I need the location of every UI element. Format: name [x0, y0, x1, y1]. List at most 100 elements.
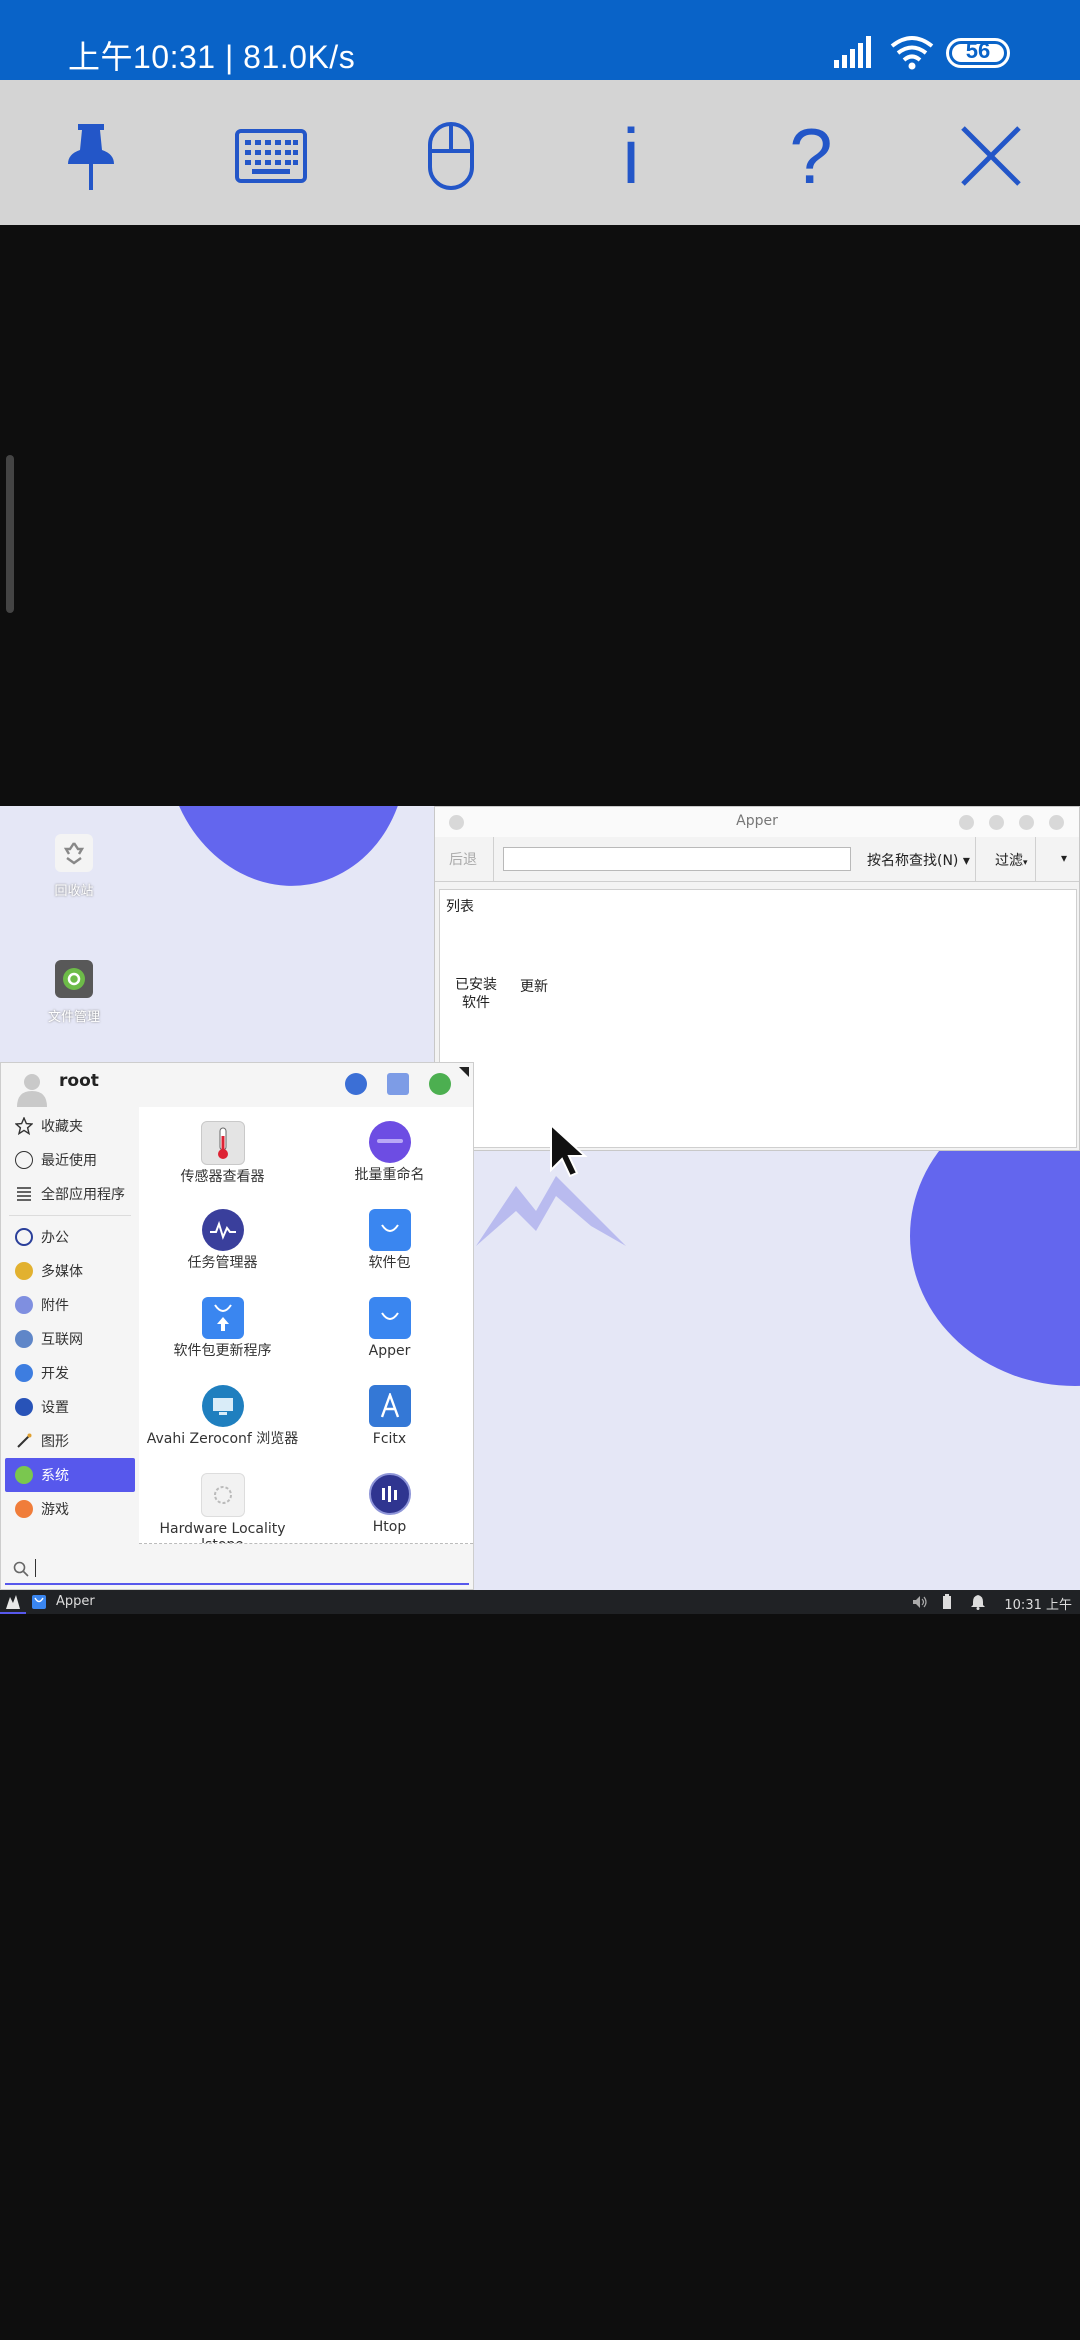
system-icon [15, 1466, 33, 1484]
category-office[interactable]: 办公 [1, 1220, 139, 1254]
trash-icon [55, 834, 93, 872]
start-active-indicator [0, 1612, 26, 1614]
start-menu-icon[interactable] [4, 1593, 22, 1611]
category-recent[interactable]: 最近使用 [1, 1143, 139, 1177]
filter-button[interactable]: 过滤▾ [995, 850, 1028, 870]
pin-button[interactable] [46, 116, 136, 196]
category-label: 最近使用 [41, 1153, 97, 1169]
category-accessories[interactable]: 附件 [1, 1288, 139, 1322]
category-label: 办公 [41, 1230, 69, 1246]
package-search-input[interactable] [503, 847, 851, 871]
window-maximize-button[interactable] [1019, 815, 1034, 830]
list-header: 列表 [446, 899, 474, 915]
settings-toggle-icon[interactable] [345, 1073, 367, 1095]
taskbar-task-apper[interactable]: Apper [56, 1594, 95, 1609]
desktop-icon-label: 文件管理 [47, 1010, 100, 1025]
avahi-icon [201, 1385, 244, 1427]
app-label: 批量重命名 [354, 1167, 425, 1183]
category-system[interactable]: 系统 [5, 1458, 135, 1492]
category-label: 多媒体 [41, 1264, 83, 1280]
tab-updates[interactable]: 更新 [520, 976, 548, 996]
app-label: Htop [372, 1519, 407, 1535]
lock-screen-icon[interactable] [387, 1073, 409, 1095]
window-titlebar[interactable]: Apper [435, 807, 1079, 837]
accessories-icon [15, 1296, 33, 1314]
resize-corner-icon[interactable] [459, 1067, 469, 1077]
category-graphics[interactable]: 图形 [1, 1424, 139, 1458]
category-list: 收藏夹 最近使用 全部应用程序 办公 多媒体 附件 互联网 开发 设置 图形 系… [1, 1109, 139, 1526]
info-button[interactable]: i [586, 116, 676, 196]
app-label: Avahi Zeroconf 浏览器 [146, 1431, 299, 1447]
back-button[interactable]: 后退 [449, 849, 477, 869]
file-manager-icon [55, 960, 93, 998]
category-label: 游戏 [41, 1502, 69, 1518]
category-internet[interactable]: 互联网 [1, 1322, 139, 1356]
app-label: 传感器查看器 [180, 1169, 265, 1185]
category-favorites[interactable]: 收藏夹 [1, 1109, 139, 1143]
keyboard-button[interactable] [226, 116, 316, 196]
star-icon [14, 1116, 34, 1136]
settings-icon [15, 1398, 33, 1416]
task-manager-icon [201, 1209, 244, 1251]
apper-window[interactable]: Apper 后退 按名称查找(N) ▾ 过滤▾ ▾ 列表 已安装 软件 更新 [434, 806, 1080, 1151]
app-apper[interactable]: Apper [306, 1297, 473, 1359]
user-avatar-icon [17, 1074, 47, 1107]
app-label: 软件包 [368, 1255, 411, 1271]
notification-bell-icon[interactable] [970, 1594, 986, 1610]
mouse-button[interactable] [406, 116, 496, 196]
find-by-name-dropdown[interactable]: 按名称查找(N) ▾ [867, 850, 970, 870]
category-multimedia[interactable]: 多媒体 [1, 1254, 139, 1288]
apper-bag-icon [368, 1297, 411, 1339]
remote-desktop[interactable]: 回收站 文件管理 Apper 后退 按名称查找(N) ▾ 过滤▾ ▾ 列表 已安… [0, 806, 1080, 1590]
more-chevron-icon[interactable]: ▾ [1061, 851, 1067, 865]
app-label: 软件包更新程序 [173, 1343, 272, 1359]
app-bulk-rename[interactable]: 批量重命名 [306, 1121, 473, 1183]
app-label: Fcitx [372, 1431, 407, 1447]
category-all-apps[interactable]: 全部应用程序 [1, 1177, 139, 1211]
window-help-button[interactable] [959, 815, 974, 830]
desktop-icon-trash[interactable]: 回收站 [34, 834, 114, 899]
hwloc-icon [200, 1473, 245, 1517]
close-button[interactable] [946, 116, 1036, 196]
username: root [59, 1071, 99, 1091]
category-development[interactable]: 开发 [1, 1356, 139, 1390]
volume-icon[interactable] [912, 1595, 928, 1609]
app-avahi-browser[interactable]: Avahi Zeroconf 浏览器 [139, 1385, 306, 1447]
battery-tray-icon[interactable] [942, 1594, 952, 1610]
category-games[interactable]: 游戏 [1, 1492, 139, 1526]
signal-icon [834, 36, 871, 68]
package-bag-icon [368, 1209, 411, 1251]
find-by-label: 按名称查找(N) [867, 853, 959, 869]
app-package-updater[interactable]: 软件包更新程序 [139, 1297, 306, 1359]
info-icon: i [622, 112, 640, 200]
desktop-icon-file-manager[interactable]: 文件管理 [34, 960, 114, 1025]
tab-installed-software[interactable]: 已安装 软件 [454, 976, 498, 1012]
category-label: 设置 [41, 1400, 69, 1416]
category-label: 系统 [41, 1468, 69, 1484]
window-minimize-button[interactable] [989, 815, 1004, 830]
apper-task-icon[interactable] [32, 1595, 46, 1609]
app-packages[interactable]: 软件包 [306, 1209, 473, 1271]
chevron-down-icon: ▾ [1023, 858, 1028, 868]
status-time-speed: 上午10:31 | 81.0K/s [68, 39, 356, 75]
app-grid: 传感器查看器 批量重命名 任务管理器 软件包 软件包更新程序 Apper Ava… [139, 1107, 473, 1544]
app-hwloc-lstopo[interactable]: Hardware Locality lstopo [139, 1473, 306, 1543]
start-menu[interactable]: root 收藏夹 最近使用 全部应用程序 办公 多媒体 附件 互联网 开发 设置… [0, 1062, 474, 1590]
app-task-manager[interactable]: 任务管理器 [139, 1209, 306, 1271]
android-status-bar: 上午10:31 | 81.0K/s 56 [0, 0, 1080, 80]
scroll-indicator[interactable] [6, 455, 14, 613]
category-label: 附件 [41, 1298, 69, 1314]
menu-search-input[interactable] [5, 1553, 469, 1585]
category-settings[interactable]: 设置 [1, 1390, 139, 1424]
window-close-button[interactable] [1049, 815, 1064, 830]
power-icon[interactable] [429, 1073, 451, 1095]
help-button[interactable]: ? [766, 116, 856, 196]
category-label: 收藏夹 [41, 1119, 83, 1135]
internet-icon [15, 1330, 33, 1348]
app-fcitx[interactable]: Fcitx [306, 1385, 473, 1447]
taskbar-clock[interactable]: 10:31 上午 [1004, 1594, 1072, 1613]
wifi-icon [890, 36, 934, 70]
app-htop[interactable]: Htop [306, 1473, 473, 1535]
close-icon [961, 126, 1021, 186]
app-sensor-viewer[interactable]: 传感器查看器 [139, 1121, 306, 1185]
